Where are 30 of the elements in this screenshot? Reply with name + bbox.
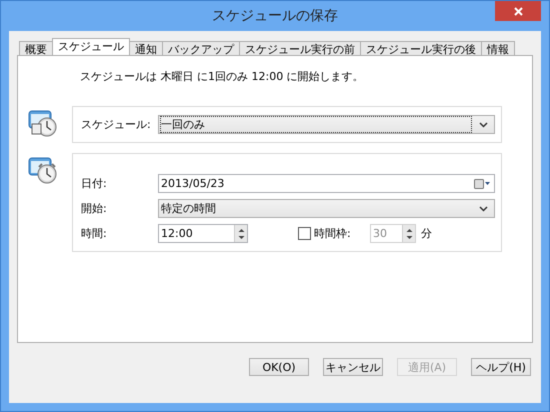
- schedule-summary: スケジュールは 木曜日 に1回のみ 12:00 に開始します。: [80, 69, 365, 85]
- schedule-dropdown[interactable]: 一回のみ: [158, 115, 495, 134]
- dialog-button[interactable]: キャンセル: [323, 358, 383, 376]
- tab[interactable]: スケジュール実行の後: [360, 41, 482, 55]
- tab[interactable]: バックアップ: [162, 41, 240, 55]
- time-spinbox[interactable]: 12:00: [158, 224, 248, 243]
- chevron-down-icon: [479, 206, 488, 212]
- field-label: 時間:: [81, 226, 108, 241]
- checkbox-label: 時間枠:: [314, 226, 351, 241]
- date-field[interactable]: 2013/05/23: [158, 174, 495, 193]
- tab[interactable]: スケジュール実行の前: [239, 41, 361, 55]
- close-button[interactable]: [495, 1, 541, 21]
- spinner-arrows-icon[interactable]: [236, 226, 246, 240]
- tab[interactable]: 概要: [19, 41, 53, 55]
- close-icon: [514, 6, 522, 16]
- tab[interactable]: 通知: [129, 41, 163, 55]
- calendar-clock-icon: [28, 108, 58, 138]
- start-dropdown[interactable]: 特定の時間: [158, 199, 495, 218]
- clock-icon: [28, 155, 58, 185]
- dialog-button[interactable]: OK(O): [249, 358, 309, 376]
- calendar-dropdown-icon[interactable]: [474, 178, 490, 188]
- dialog-button[interactable]: ヘルプ(H): [471, 358, 531, 376]
- unit-label: 分: [421, 226, 432, 241]
- window-title: スケジュールの保存: [212, 7, 338, 25]
- tab[interactable]: スケジュール: [52, 38, 130, 55]
- chevron-down-icon: [479, 122, 488, 128]
- tab[interactable]: 情報: [481, 41, 515, 55]
- field-label: 日付:: [81, 176, 108, 191]
- field-label: 開始:: [81, 201, 108, 216]
- field-label: スケジュール:: [81, 117, 152, 132]
